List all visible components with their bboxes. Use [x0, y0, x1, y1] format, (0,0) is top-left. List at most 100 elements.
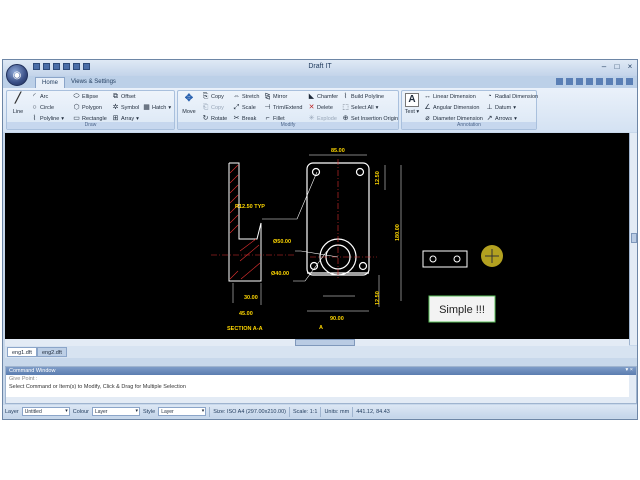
application-menu-button[interactable]: ◉ — [6, 64, 28, 86]
datum-button[interactable]: ⊥ Datum ▾ — [486, 104, 516, 111]
stretch-button[interactable]: ⇔ Stretch — [233, 93, 259, 100]
trim-extend-button[interactable]: ⊣ Trim/Extend — [264, 104, 302, 111]
pan-icon[interactable] — [586, 78, 593, 85]
snap-icon[interactable] — [606, 78, 613, 85]
select-all-button[interactable]: ⬚ Select All ▾ — [342, 104, 378, 111]
arrows-icon: ↗ — [486, 115, 493, 122]
label-a: A — [319, 325, 323, 331]
paste-copy-button[interactable]: ⎗ Copy — [202, 104, 224, 111]
ellipse-button[interactable]: ⬭ Ellipse — [73, 93, 99, 100]
vertical-scroll-thumb[interactable] — [631, 233, 637, 243]
text-button[interactable]: A Text ▾ — [404, 93, 420, 115]
leader-lines — [262, 171, 339, 282]
layer-select[interactable]: Untitled — [21, 407, 70, 416]
drawing-canvas[interactable]: R12.50 TYP Ø50.00 Ø40.00 85.00 12.50 180… — [5, 133, 629, 345]
ribbon: ╱ Line ◜ Arc ○ Circle ⌇ Polyline ▾ ⬭ Ellipse … — [3, 88, 637, 132]
doc-tab-eng2[interactable]: eng2.dft — [37, 347, 67, 357]
rotate-button[interactable]: ↻ Rotate — [202, 115, 228, 122]
angular-dimension-button[interactable]: ∠ Angular Dimension — [424, 104, 479, 111]
colour-label: Colour — [72, 408, 89, 415]
label-h2: 180.00 — [395, 224, 401, 241]
build-polyline-button[interactable]: ⌇ Build Polyline — [342, 93, 384, 100]
tab-home[interactable]: Home — [35, 77, 66, 88]
drawing-svg: R12.50 TYP Ø50.00 Ø40.00 85.00 12.50 180… — [211, 148, 503, 332]
text-icon: A — [405, 93, 419, 107]
zoom-in-icon[interactable] — [566, 78, 573, 85]
chamfer-button[interactable]: ◣ Chamfer — [308, 93, 338, 100]
doc-tab-eng1[interactable]: eng1.dft — [7, 347, 37, 357]
ribbon-tab-bar: Home Views & Settings — [3, 76, 637, 88]
chamfer-icon: ◣ — [308, 93, 315, 100]
command-window-title: Command Window — [9, 368, 56, 374]
polygon-button[interactable]: ⬡ Polygon — [73, 104, 101, 111]
circle-button[interactable]: ○ Circle — [31, 104, 54, 111]
symbol-button[interactable]: ✲ Symbol — [112, 104, 140, 111]
label-dia40: Ø40.00 — [271, 271, 289, 277]
break-icon: ✂ — [233, 115, 240, 122]
line-button[interactable]: ╱ Line — [9, 93, 27, 115]
copy-icon: ⎘ — [202, 93, 209, 100]
minimize-icon[interactable]: – — [599, 62, 609, 71]
simple-callout: Simple !!! — [428, 295, 496, 323]
offset-icon: ⧉ — [113, 93, 118, 100]
command-window-close-icon[interactable]: ▾ × — [625, 367, 633, 373]
array-button[interactable]: ⊞ Array ▾ — [112, 115, 139, 122]
layer-label: Layer — [5, 408, 19, 415]
paste-icon: ⎗ — [202, 104, 209, 111]
command-scrollbar[interactable] — [629, 375, 636, 403]
title-bar: Draft IT – □ × — [3, 60, 637, 76]
polygon-icon: ⬡ — [73, 104, 80, 111]
dimension-lines — [307, 154, 402, 312]
diameter-dimension-button[interactable]: ⌀ Diameter Dimension — [424, 115, 482, 122]
document-tabs: eng1.dft eng2.dft — [5, 346, 637, 358]
ellipse-icon: ⬭ — [73, 93, 80, 100]
label-r-typ: R12.50 TYP — [235, 204, 265, 210]
modify-group: ✥ Move ⎘ Copy ⎗ Copy ↻ Rotate ⇔ Stretch ⤢ Sca… — [177, 90, 399, 130]
radial-dimension-button[interactable]: ◔ Radial Dimension — [486, 93, 538, 100]
canvas-vertical-scrollbar[interactable] — [629, 133, 637, 345]
style-select[interactable]: Layer — [158, 407, 207, 416]
ortho-icon[interactable] — [616, 78, 623, 85]
close-icon[interactable]: × — [625, 62, 635, 71]
arc-button[interactable]: ◜ Arc — [31, 93, 48, 100]
draw-group-label: Draw — [7, 122, 174, 129]
label-bottom-dim: 90.00 — [330, 316, 344, 322]
draw-group: ╱ Line ◜ Arc ○ Circle ⌇ Polyline ▾ ⬭ Ellipse … — [6, 90, 175, 130]
trim-icon: ⊣ — [264, 104, 271, 111]
move-icon: ✥ — [184, 93, 194, 104]
delete-button[interactable]: ✕ Delete — [308, 104, 333, 111]
command-message-line: Select Command or Item(s) to Modify, Cli… — [9, 384, 186, 390]
symbol-icon: ✲ — [112, 104, 119, 111]
move-button[interactable]: ✥ Move — [180, 93, 198, 115]
rectangle-button[interactable]: ▭ Rectangle — [73, 115, 107, 122]
circle-icon: ○ — [32, 104, 37, 111]
scale-button[interactable]: ⤢ Scale — [233, 104, 256, 111]
break-button[interactable]: ✂ Break — [233, 115, 257, 122]
arrows-button[interactable]: ↗ Arrows ▾ — [486, 115, 517, 122]
polyline-button[interactable]: ⌇ Polyline ▾ — [31, 115, 64, 122]
label-top-dim: 85.00 — [331, 148, 345, 154]
radial-dimension-icon: ◔ — [487, 93, 492, 100]
fillet-icon: ⌐ — [265, 115, 270, 122]
explode-button[interactable]: ✳ Explode — [308, 115, 337, 122]
colour-select[interactable]: Layer — [91, 407, 140, 416]
hatch-button[interactable]: ▦ Hatch ▾ — [143, 104, 171, 111]
linear-dimension-button[interactable]: ↔ Linear Dimension — [424, 93, 476, 100]
maximize-icon[interactable]: □ — [612, 62, 622, 71]
horizontal-scroll-thumb[interactable] — [295, 339, 355, 346]
mirror-button[interactable]: ⧎ Mirror — [264, 93, 288, 100]
zoom-out-icon[interactable] — [576, 78, 583, 85]
set-insertion-origin-button[interactable]: ⊕ Set Insertion Origin — [342, 115, 399, 122]
arc-icon: ◜ — [33, 93, 36, 100]
grid-icon[interactable] — [596, 78, 603, 85]
offset-button[interactable]: ⧉ Offset — [112, 93, 136, 100]
command-prompt-line: Give Point : — [9, 376, 38, 382]
fillet-button[interactable]: ⌐ Fillet — [264, 115, 284, 122]
side-view-hatch — [229, 164, 261, 280]
copy-button[interactable]: ⎘ Copy — [202, 93, 224, 100]
command-horizontal-scrollbar[interactable] — [6, 397, 630, 403]
canvas-horizontal-scrollbar[interactable] — [5, 339, 629, 346]
help-icon[interactable] — [626, 78, 633, 85]
tab-views-settings[interactable]: Views & Settings — [65, 77, 122, 88]
zoom-icon[interactable] — [556, 78, 563, 85]
